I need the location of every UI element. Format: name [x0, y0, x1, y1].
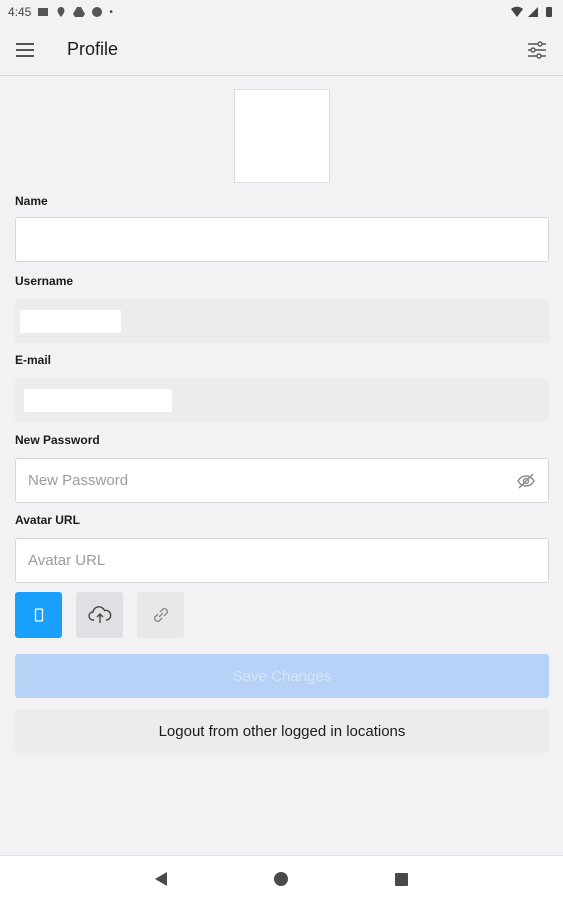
menu-button[interactable] — [3, 28, 47, 72]
status-time: 4:45 — [8, 5, 32, 19]
email-label: E-mail — [15, 353, 52, 367]
logout-other-locations-button[interactable]: Logout from other logged in locations — [15, 709, 549, 753]
avatar-url-field[interactable] — [28, 552, 536, 569]
name-field[interactable] — [28, 231, 536, 248]
signal-icon — [528, 7, 538, 17]
battery-icon — [546, 7, 552, 17]
sync-icon — [92, 7, 103, 17]
save-changes-button[interactable]: Save Changes — [15, 654, 549, 698]
avatar-url-wrapper — [15, 538, 549, 583]
cloud-upload-icon — [87, 606, 111, 623]
location-pin-icon — [57, 7, 65, 17]
link-icon — [153, 608, 168, 622]
phone-icon — [34, 608, 43, 622]
username-label: Username — [15, 274, 74, 288]
more-notifications-dot-icon: • — [109, 6, 113, 18]
email-field[interactable] — [15, 378, 549, 422]
photo-notification-icon — [38, 8, 49, 16]
recents-square-icon — [394, 872, 408, 886]
avatar[interactable] — [234, 89, 330, 183]
status-bar: 4:45 • — [0, 0, 563, 24]
hamburger-menu-icon — [16, 42, 34, 57]
page-title: Profile — [67, 39, 119, 59]
avatar-url-label: Avatar URL — [15, 513, 80, 527]
wifi-icon — [511, 6, 523, 17]
tab-device-upload[interactable] — [15, 592, 62, 638]
eye-off-icon[interactable] — [516, 471, 536, 491]
settings-filter-button[interactable] — [517, 30, 557, 70]
home-circle-icon — [274, 872, 288, 886]
app-bar: Profile — [0, 24, 563, 76]
new-password-wrapper — [15, 458, 549, 503]
new-password-field[interactable] — [28, 472, 536, 489]
tab-cloud-upload[interactable] — [76, 592, 123, 638]
home-button[interactable] — [270, 868, 292, 890]
name-field-wrapper — [15, 217, 549, 262]
new-password-label: New Password — [15, 433, 100, 447]
drive-icon — [73, 7, 86, 17]
system-navigation-bar — [0, 855, 563, 900]
username-value-redacted — [20, 310, 121, 333]
name-label: Name — [15, 194, 48, 208]
email-value-redacted — [24, 389, 172, 412]
tab-link[interactable] — [137, 592, 184, 638]
recents-button[interactable] — [390, 868, 412, 890]
username-field[interactable] — [15, 299, 549, 343]
back-triangle-icon — [155, 872, 167, 886]
back-button[interactable] — [150, 868, 172, 890]
tune-sliders-icon — [528, 40, 546, 59]
